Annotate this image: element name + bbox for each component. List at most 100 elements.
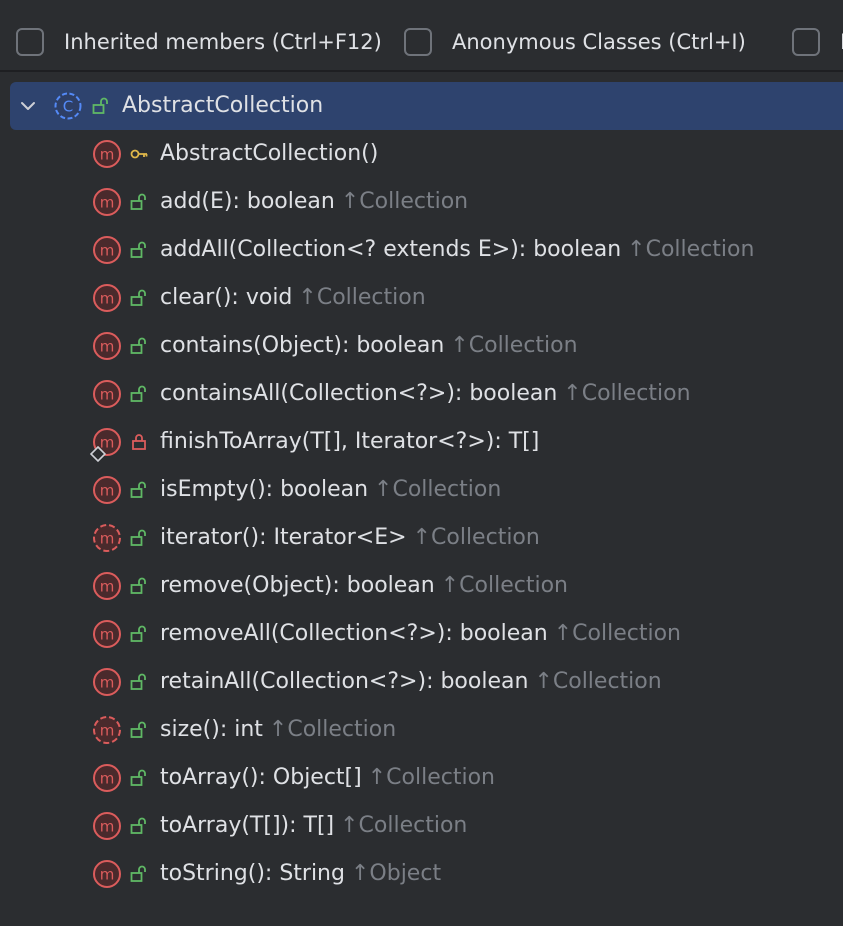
checkbox-box[interactable] xyxy=(792,28,820,56)
inherited-from-label: ↑Collection xyxy=(412,525,540,550)
chevron-down-icon[interactable] xyxy=(18,96,38,116)
tree-node-member[interactable]: m removeAll(Collection<?>): boolean ↑Coll… xyxy=(0,610,843,658)
method-icon: m xyxy=(93,764,121,792)
unlock-icon xyxy=(130,337,146,354)
tree-node-root[interactable]: C AbstractCollection xyxy=(10,82,843,130)
member-signature: finishToArray(T[], Iterator<?>): T[] xyxy=(160,427,539,457)
svg-text:m: m xyxy=(100,626,115,644)
svg-text:C: C xyxy=(63,98,73,116)
method-icon: m xyxy=(93,476,121,504)
inherited-from-label: ↑Collection xyxy=(268,717,397,742)
unlock-icon xyxy=(130,241,146,258)
member-name: finishToArray(T[], Iterator<?>): T[] xyxy=(160,429,540,454)
svg-text:m: m xyxy=(100,194,115,212)
tree-node-member[interactable]: m clear(): void ↑Collection xyxy=(0,274,843,322)
tree-node-member[interactable]: m remove(Object): boolean ↑Collection xyxy=(0,562,843,610)
tree-node-member[interactable]: m add(E): boolean ↑Collection xyxy=(0,178,843,226)
method-icon: m xyxy=(93,332,121,360)
member-signature: iterator(): Iterator<E> ↑Collection xyxy=(160,523,540,553)
inherited-from-label: ↑Collection xyxy=(340,813,468,838)
member-name: toArray(): Object[] xyxy=(160,765,362,790)
svg-text:m: m xyxy=(100,578,115,596)
svg-text:m: m xyxy=(100,386,115,404)
tree-node-member[interactable]: m size(): int ↑Collection xyxy=(0,706,843,754)
member-name: contains(Object): boolean xyxy=(160,333,445,358)
tree-node-member[interactable]: m isEmpty(): boolean ↑Collection xyxy=(0,466,843,514)
svg-text:m: m xyxy=(100,866,115,884)
inherited-from-label: ↑Collection xyxy=(374,477,502,502)
member-signature: toArray(T[]): T[] ↑Collection xyxy=(160,811,467,841)
svg-text:m: m xyxy=(100,338,115,356)
tree-node-member[interactable]: m containsAll(Collection<?>): boolean ↑Co… xyxy=(0,370,843,418)
inherited-from-label: ↑Collection xyxy=(340,189,469,214)
inherited-from-label: ↑Collection xyxy=(367,765,495,790)
member-signature: toString(): String ↑Object xyxy=(160,859,441,889)
tree-node-member[interactable]: m toArray(): Object[] ↑Collection xyxy=(0,754,843,802)
member-name: add(E): boolean xyxy=(160,189,335,214)
anonymous-classes-checkbox[interactable]: Anonymous Classes (Ctrl+I) xyxy=(404,28,746,56)
member-signature: AbstractCollection() xyxy=(160,139,378,169)
member-name: addAll(Collection<? extends E>): boolean xyxy=(160,237,622,262)
method-icon: m xyxy=(93,140,121,168)
member-signature: addAll(Collection<? extends E>): boolean… xyxy=(160,235,754,265)
method-icon: m xyxy=(93,668,121,696)
member-signature: remove(Object): boolean ↑Collection xyxy=(160,571,568,601)
svg-text:m: m xyxy=(100,242,115,260)
tree-node-member[interactable]: m toString(): String ↑Object xyxy=(0,850,843,898)
member-name: toString(): String xyxy=(160,861,345,886)
svg-text:m: m xyxy=(100,818,115,836)
svg-text:m: m xyxy=(100,722,115,740)
root-class-label: AbstractCollection xyxy=(122,93,324,118)
method-icon: m xyxy=(93,620,121,648)
inherited-from-label: ↑Collection xyxy=(440,573,568,598)
unlock-icon xyxy=(130,865,146,882)
member-signature: add(E): boolean ↑Collection xyxy=(160,187,468,217)
unlock-icon xyxy=(130,529,146,546)
member-signature: removeAll(Collection<?>): boolean ↑Collec… xyxy=(160,619,681,649)
checkbox-label: Anonymous Classes (Ctrl+I) xyxy=(452,30,746,54)
structure-toolbar: Inherited members (Ctrl+F12) Anonymous C… xyxy=(0,0,843,72)
inherited-from-label: ↑Object xyxy=(350,861,442,886)
tree-node-member[interactable]: m finishToArray(T[], Iterator<?>): T[] xyxy=(0,418,843,466)
tree-node-member[interactable]: m toArray(T[]): T[] ↑Collection xyxy=(0,802,843,850)
tree-node-member[interactable]: m iterator(): Iterator<E> ↑Collection xyxy=(0,514,843,562)
svg-text:m: m xyxy=(100,290,115,308)
method-icon: m xyxy=(93,380,121,408)
member-name: isEmpty(): boolean xyxy=(160,477,369,502)
svg-text:m: m xyxy=(100,482,115,500)
member-name: clear(): void xyxy=(160,285,293,310)
member-signature: retainAll(Collection<?>): boolean ↑Collec… xyxy=(160,667,662,697)
third-checkbox[interactable]: L xyxy=(792,28,843,56)
member-name: AbstractCollection() xyxy=(160,141,379,166)
method-icon: m xyxy=(93,572,121,600)
checkbox-box[interactable] xyxy=(404,28,432,56)
method-icon: m xyxy=(93,236,121,264)
inherited-from-label: ↑Collection xyxy=(298,285,426,310)
member-list: m AbstractCollection() m add(E): boolean… xyxy=(0,130,843,898)
method-icon: m xyxy=(93,188,121,216)
structure-tree: C AbstractCollection m AbstractCollectio… xyxy=(0,82,843,898)
tree-node-member[interactable]: m contains(Object): boolean ↑Collection xyxy=(0,322,843,370)
class-icon: C xyxy=(54,92,82,120)
inherited-from-label: ↑Collection xyxy=(553,621,681,646)
tree-node-member[interactable]: m retainAll(Collection<?>): boolean ↑Coll… xyxy=(0,658,843,706)
unlock-icon xyxy=(130,817,146,834)
tree-node-member[interactable]: m addAll(Collection<? extends E>): boole… xyxy=(0,226,843,274)
member-name: containsAll(Collection<?>): boolean xyxy=(160,381,558,406)
member-name: retainAll(Collection<?>): boolean xyxy=(160,669,529,694)
unlock-icon xyxy=(130,769,146,786)
unlock-icon xyxy=(130,193,146,210)
member-signature: contains(Object): boolean ↑Collection xyxy=(160,331,578,361)
tree-node-member[interactable]: m AbstractCollection() xyxy=(0,130,843,178)
member-signature: clear(): void ↑Collection xyxy=(160,283,426,313)
inherited-members-checkbox[interactable]: Inherited members (Ctrl+F12) xyxy=(16,28,382,56)
member-name: remove(Object): boolean xyxy=(160,573,435,598)
unlock-icon xyxy=(92,97,108,114)
inherited-from-label: ↑Collection xyxy=(627,237,755,262)
method-icon: m xyxy=(93,284,121,312)
abstract-method-icon: m xyxy=(93,716,121,744)
checkbox-box[interactable] xyxy=(16,28,44,56)
unlock-icon xyxy=(130,625,146,642)
svg-text:m: m xyxy=(100,770,115,788)
svg-text:m: m xyxy=(100,530,115,548)
